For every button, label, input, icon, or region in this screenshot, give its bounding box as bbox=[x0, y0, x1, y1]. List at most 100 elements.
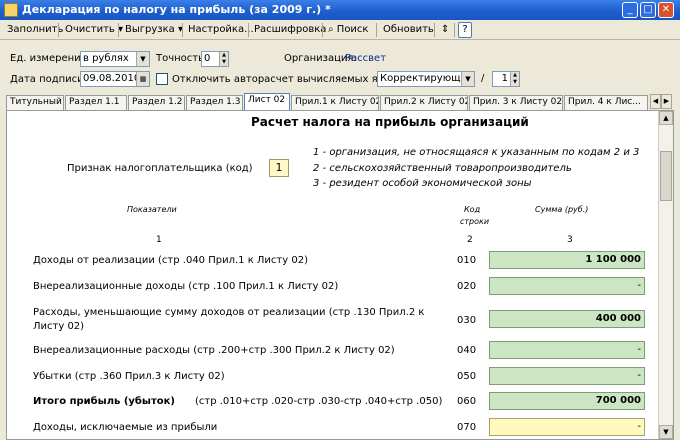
spin-arrows-icon[interactable]: ▲ ▼ bbox=[510, 72, 519, 86]
row-040-amount[interactable]: - bbox=[489, 341, 645, 359]
toolbar-separator bbox=[248, 23, 249, 37]
row-020-amount[interactable]: - bbox=[489, 277, 645, 295]
row-010-label: Доходы от реализации (стр .040 Прил.1 к … bbox=[33, 255, 308, 266]
tab-appendix-1[interactable]: Прил.1 к Листу 02 bbox=[291, 95, 379, 110]
unit-select[interactable]: в рублях ▼ bbox=[80, 51, 150, 67]
sheet-title: Расчет налога на прибыль организаций bbox=[251, 115, 529, 129]
search-button-label: Поиск bbox=[336, 24, 369, 35]
row-070-amount[interactable]: - bbox=[489, 418, 645, 436]
col-header-sum: Сумма (руб.) bbox=[535, 205, 589, 214]
row-030-amount[interactable]: 400 000 bbox=[489, 310, 645, 328]
refresh-button[interactable]: Обновить bbox=[380, 22, 437, 38]
col-header-indicators: Показатели bbox=[127, 205, 177, 214]
autocalc-label: Отключить авторасчет вычисляемых ячеек bbox=[172, 74, 402, 85]
toolbar-separator bbox=[322, 23, 323, 37]
sheet-02-area: Расчет налога на прибыль организаций При… bbox=[6, 110, 674, 440]
tab-scroll-right-icon[interactable]: ▶ bbox=[661, 94, 672, 109]
autocalc-checkbox[interactable] bbox=[156, 73, 168, 85]
tab-section-1-1[interactable]: Раздел 1.1 bbox=[65, 95, 127, 110]
close-icon[interactable]: ✕ bbox=[658, 2, 674, 18]
help-button[interactable]: ? bbox=[458, 22, 472, 38]
sign-date-field[interactable]: 09.08.2010 ▦ bbox=[80, 71, 150, 87]
col-header-code-2: строки bbox=[460, 217, 490, 226]
legend-line-2: 2 - сельскохозяйственный товаропроизводи… bbox=[313, 163, 572, 174]
chevron-down-icon[interactable]: ▼ bbox=[461, 72, 474, 86]
row-060-amount[interactable]: 700 000 bbox=[489, 392, 645, 410]
settings-button[interactable]: Настройка... bbox=[185, 22, 257, 38]
export-button-label: Выгрузка bbox=[125, 24, 175, 35]
clear-button-label: Очистить bbox=[65, 24, 115, 35]
tab-appendix-2[interactable]: Прил.2 к Листу 02 bbox=[380, 95, 468, 110]
row-020-label: Внереализационные доходы (стр .100 Прил.… bbox=[33, 281, 339, 292]
taxpayer-code-cell[interactable]: 1 bbox=[269, 159, 289, 177]
row-020-code: 020 bbox=[457, 281, 477, 292]
precision-stepper[interactable]: 0 ▲ ▼ bbox=[201, 51, 229, 67]
document-icon bbox=[4, 3, 18, 17]
sign-date-label: Дата подписи: bbox=[10, 74, 88, 85]
col-header-code-1: Код bbox=[464, 205, 481, 214]
tab-title-page[interactable]: Титульный bbox=[6, 95, 64, 110]
row-060-code: 060 bbox=[457, 396, 477, 407]
binoculars-icon: ⌕ bbox=[328, 24, 334, 35]
toolbar: Заполнить Очистить ▾ Выгрузка ▾ Настройк… bbox=[0, 20, 680, 40]
correction-number-stepper[interactable]: 1 ▲ ▼ bbox=[492, 71, 520, 87]
row-050-label: Убытки (стр .360 Прил.3 к Листу 02) bbox=[33, 371, 225, 382]
toolbar-separator bbox=[182, 23, 183, 37]
row-050-code: 050 bbox=[457, 371, 477, 382]
scroll-up-icon[interactable]: ▲ bbox=[659, 111, 673, 125]
legend-line-3: 3 - резидент особой экономической зоны bbox=[313, 178, 532, 189]
toolbar-separator bbox=[434, 23, 435, 37]
row-010-code: 010 bbox=[457, 255, 477, 266]
col-number-2: 2 bbox=[467, 235, 473, 245]
toolbar-separator bbox=[58, 23, 59, 37]
title-bar[interactable]: Декларация по налогу на прибыль (за 2009… bbox=[0, 0, 680, 20]
tab-appendix-3[interactable]: Прил. 3 к Листу 02 bbox=[469, 95, 563, 110]
precision-value: 0 bbox=[204, 53, 211, 64]
org-value[interactable]: Рассвет bbox=[345, 53, 386, 64]
legend-line-1: 1 - организация, не относящаяся к указан… bbox=[313, 147, 640, 158]
row-010-amount[interactable]: 1 100 000 bbox=[489, 251, 645, 269]
chevron-down-icon[interactable]: ▼ bbox=[136, 52, 149, 66]
fill-button[interactable]: Заполнить bbox=[4, 22, 66, 38]
export-button[interactable]: Выгрузка ▾ bbox=[122, 22, 186, 38]
doc-type-select[interactable]: Корректирующий ▼ bbox=[377, 71, 475, 87]
row-030-label: Расходы, уменьшающие сумму доходов от ре… bbox=[33, 307, 425, 318]
row-060-formula: (стр .010+стр .020-стр .030-стр .040+стр… bbox=[195, 396, 443, 407]
tab-sheet-02[interactable]: Лист 02 bbox=[244, 93, 290, 110]
calendar-icon[interactable]: ▦ bbox=[136, 72, 149, 86]
unit-label: Ед. измерения: bbox=[10, 53, 91, 64]
tab-section-1-2[interactable]: Раздел 1.2 bbox=[128, 95, 185, 110]
maximize-icon[interactable]: □ bbox=[640, 2, 656, 18]
toolbar-separator bbox=[118, 23, 119, 37]
scroll-thumb[interactable] bbox=[660, 151, 672, 201]
spin-arrows-icon[interactable]: ▲ ▼ bbox=[219, 52, 228, 66]
row-030-code: 030 bbox=[457, 315, 477, 326]
col-number-1: 1 bbox=[156, 235, 162, 245]
toolbar-separator bbox=[376, 23, 377, 37]
minimize-icon[interactable]: _ bbox=[622, 2, 638, 18]
row-070-label: Доходы, исключаемые из прибыли bbox=[33, 422, 218, 433]
slash-separator: / bbox=[481, 73, 485, 84]
search-button[interactable]: ⌕ Поиск bbox=[325, 22, 371, 38]
vertical-scrollbar[interactable]: ▲ ▼ bbox=[658, 111, 673, 439]
unit-select-value: в рублях bbox=[83, 53, 129, 64]
sheet-tabs: Титульный Раздел 1.1 Раздел 1.2 Раздел 1… bbox=[6, 93, 674, 110]
decode-button[interactable]: Расшифровка bbox=[251, 22, 329, 38]
tab-section-1-3[interactable]: Раздел 1.3 bbox=[186, 95, 243, 110]
window-title: Декларация по налогу на прибыль (за 2009… bbox=[22, 3, 331, 16]
row-060-label: Итого прибыль (убыток) bbox=[33, 396, 175, 407]
sort-icon[interactable]: ⇕ bbox=[438, 22, 452, 38]
row-030-label-cont: Листу 02) bbox=[33, 321, 85, 332]
declaration-window: Декларация по налогу на прибыль (за 2009… bbox=[0, 0, 680, 440]
sign-date-value: 09.08.2010 bbox=[83, 73, 141, 84]
precision-label: Точность: bbox=[156, 53, 208, 64]
scroll-down-icon[interactable]: ▼ bbox=[659, 425, 673, 439]
row-070-code: 070 bbox=[457, 422, 477, 433]
tab-scroll-left-icon[interactable]: ◀ bbox=[650, 94, 661, 109]
row-040-label: Внереализационные расходы (стр .200+стр … bbox=[33, 345, 395, 356]
tab-appendix-4[interactable]: Прил. 4 к Лис... bbox=[564, 95, 648, 110]
taxpayer-label: Признак налогоплательщика (код) bbox=[67, 163, 253, 174]
correction-number-value: 1 bbox=[501, 73, 508, 84]
row-050-amount[interactable]: - bbox=[489, 367, 645, 385]
clear-button[interactable]: Очистить ▾ bbox=[62, 22, 126, 38]
